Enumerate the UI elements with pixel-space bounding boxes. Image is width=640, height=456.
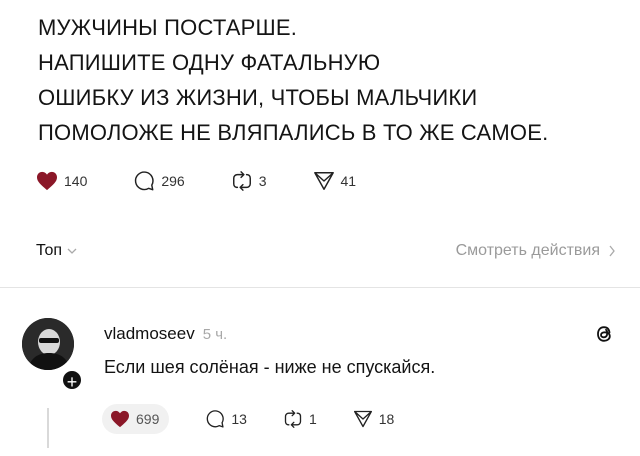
comment-actions: 699 13 1 18 xyxy=(102,404,394,434)
avatar[interactable] xyxy=(22,318,74,370)
comment-like-button[interactable]: 699 xyxy=(102,404,170,434)
comment-time: 5 ч. xyxy=(202,326,228,343)
reply-icon xyxy=(135,171,155,191)
avatar-image xyxy=(22,318,74,370)
comment-repost-count: 1 xyxy=(308,411,317,427)
heart-icon xyxy=(111,410,129,428)
view-actions-label: Смотреть действия xyxy=(455,242,600,259)
threads-logo-icon[interactable] xyxy=(592,322,616,346)
thread-line xyxy=(47,408,49,448)
post-repost-button[interactable]: 3 xyxy=(231,170,267,192)
post-text: МУЖЧИНЫ ПОСТАРШЕ. НАПИШИТЕ ОДНУ ФАТАЛЬНУ… xyxy=(38,10,618,150)
comment-repost-button[interactable]: 1 xyxy=(283,409,317,429)
post-line-3: ОШИБКУ ИЗ ЖИЗНИ, ЧТОБЫ МАЛЬЧИКИ xyxy=(38,85,478,110)
post-like-count: 140 xyxy=(64,173,88,189)
comment-text: Если шея солёная - ниже не спускайся. xyxy=(104,357,436,377)
heart-icon xyxy=(37,171,57,191)
follow-plus-button[interactable]: + xyxy=(60,368,84,392)
chevron-right-icon xyxy=(609,245,615,257)
post-line-2: НАПИШИТЕ ОДНУ ФАТАЛЬНУЮ xyxy=(38,50,381,75)
reply-icon xyxy=(207,410,225,428)
post-line-4: ПОМОЛОЖЕ НЕ ВЛЯПАЛИСЬ В ТО ЖЕ САМОЕ. xyxy=(38,120,549,145)
comment-share-button[interactable]: 18 xyxy=(353,409,395,429)
view-actions-link[interactable]: Смотреть действия xyxy=(456,242,616,260)
comment-share-count: 18 xyxy=(378,411,395,427)
sort-label: Топ xyxy=(36,242,63,259)
post-actions: 140 296 3 41 xyxy=(36,170,356,192)
post-like-button[interactable]: 140 xyxy=(36,171,87,191)
post-reply-count: 296 xyxy=(161,173,185,189)
comment-reply-button[interactable]: 13 xyxy=(205,409,247,429)
chevron-down-icon xyxy=(67,248,77,254)
comment-reply-count: 13 xyxy=(231,411,247,427)
post-reply-button[interactable]: 296 xyxy=(133,170,185,192)
sort-dropdown[interactable]: Топ xyxy=(36,242,77,260)
plus-icon: + xyxy=(66,372,78,392)
post-share-count: 41 xyxy=(340,173,357,189)
replies-filter-row: Топ Смотреть действия xyxy=(36,236,616,266)
post-repost-count: 3 xyxy=(258,173,267,189)
repost-icon xyxy=(232,171,251,191)
share-icon xyxy=(313,172,334,190)
post-line-1: МУЖЧИНЫ ПОСТАРШЕ. xyxy=(38,15,298,40)
comment-like-count: 699 xyxy=(136,411,160,427)
share-icon xyxy=(353,410,372,428)
comment-header: vladmoseev 5 ч. xyxy=(104,324,227,344)
post-share-button[interactable]: 41 xyxy=(313,170,357,192)
comment-username[interactable]: vladmoseev xyxy=(104,324,195,344)
repost-icon xyxy=(284,410,302,428)
divider xyxy=(0,287,640,288)
